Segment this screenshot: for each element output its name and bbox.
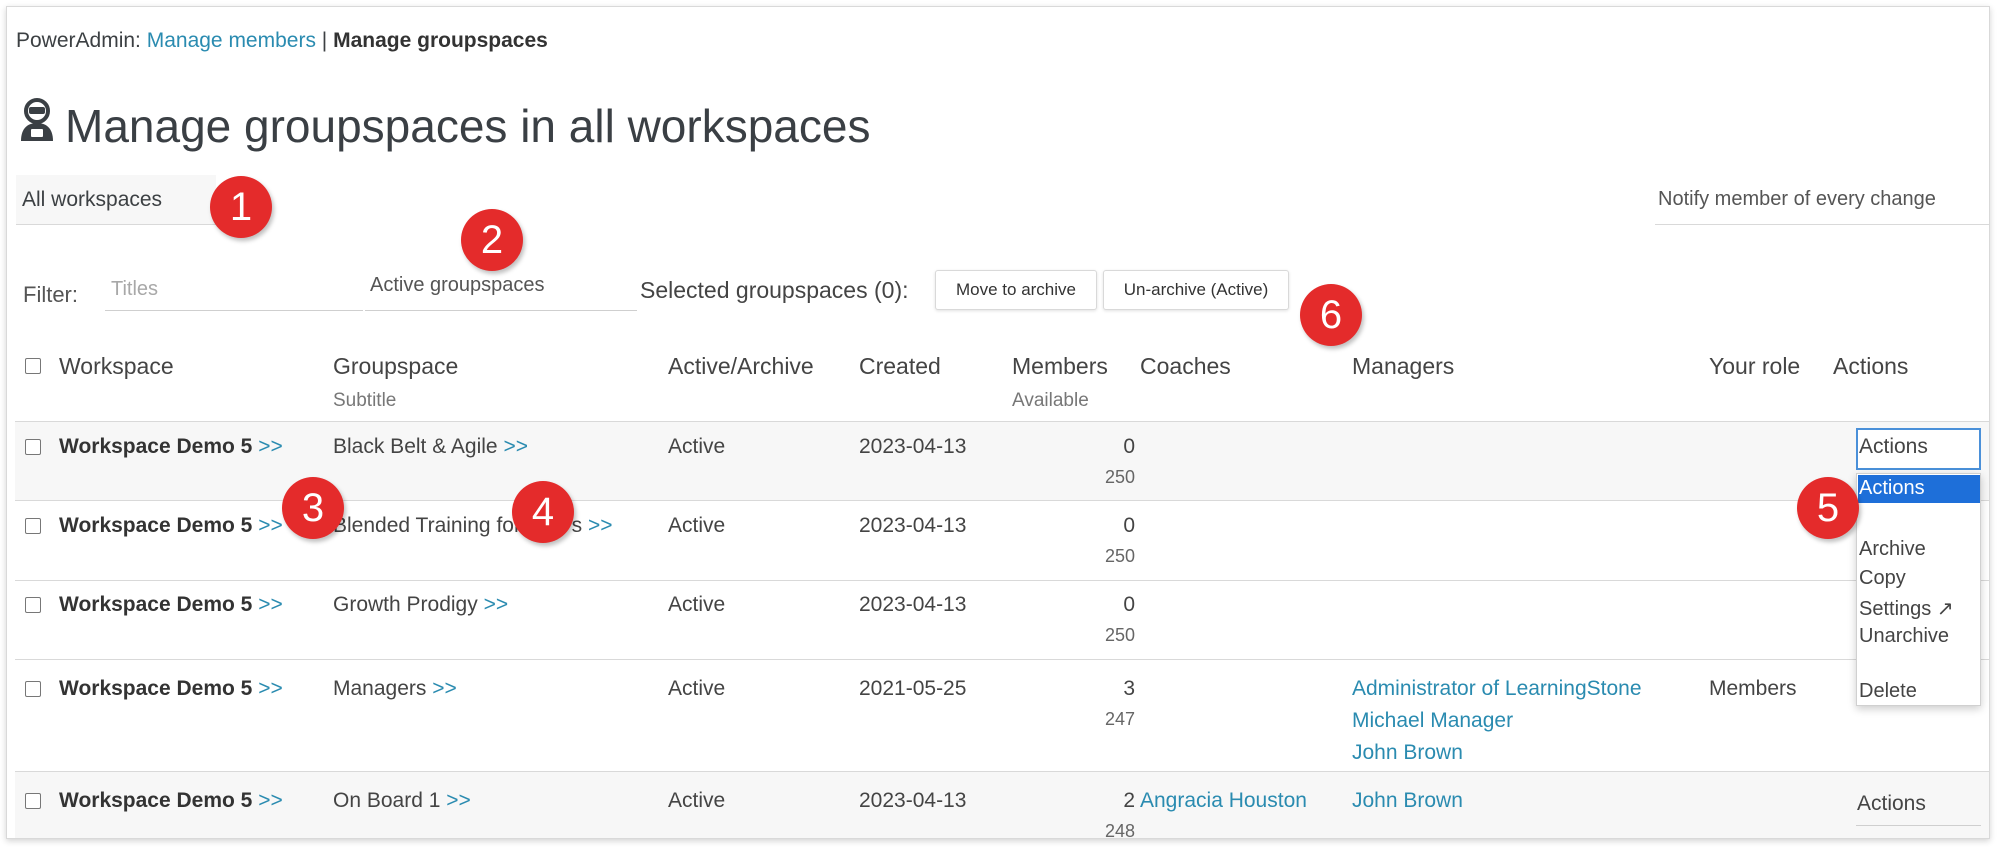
row-created: 2023-04-13	[859, 514, 967, 537]
actions-dropdown-menu: Actions Archive Copy Settings ↗ Unarchiv…	[1856, 473, 1981, 706]
row-available-count: 250	[1104, 546, 1135, 566]
row-workspace[interactable]: Workspace Demo 5 >>	[59, 789, 283, 813]
row-checkbox[interactable]	[25, 681, 41, 697]
titles-filter-input[interactable]	[105, 269, 363, 311]
breadcrumb-manage-members-link[interactable]: Manage members	[147, 29, 316, 52]
col-active-archive[interactable]: Active/Archive	[668, 353, 814, 380]
callout-badge-5: 5	[1797, 477, 1859, 539]
row-available-count: 250	[1104, 625, 1135, 645]
row-status: Active	[668, 789, 726, 812]
dropdown-item-unarchive[interactable]: Unarchive	[1858, 623, 1980, 651]
callout-badge-4: 4	[512, 481, 574, 543]
page-title-text: Manage groupspaces in all workspaces	[65, 99, 871, 152]
row-status: Active	[668, 677, 726, 700]
col-your-role: Your role	[1709, 353, 1801, 379]
row-available-count: 247	[1104, 709, 1135, 729]
col-groupspace-subtitle: Subtitle	[333, 390, 397, 411]
filter-label: Filter:	[23, 282, 78, 307]
callout-badge-6: 6	[1300, 284, 1362, 346]
move-to-archive-button[interactable]: Move to archive	[935, 270, 1097, 310]
unarchive-button[interactable]: Un-archive (Active)	[1103, 270, 1289, 310]
row-created: 2023-04-13	[859, 435, 967, 458]
callout-badge-2: 2	[461, 209, 523, 271]
breadcrumb: PowerAdmin: Manage members | Manage grou…	[16, 29, 548, 53]
manager-link[interactable]: John Brown	[1352, 789, 1463, 813]
dropdown-item-archive[interactable]: Archive	[1858, 536, 1980, 564]
robot-admin-icon	[17, 97, 57, 154]
row-workspace[interactable]: Workspace Demo 5 >>	[59, 435, 283, 459]
row-workspace[interactable]: Workspace Demo 5 >>	[59, 514, 283, 538]
row-checkbox[interactable]	[25, 793, 41, 809]
callout-badge-1: 1	[210, 176, 272, 238]
row-divider	[15, 659, 1989, 660]
row-members-count: 0	[1123, 593, 1135, 616]
col-workspace[interactable]: Workspace	[59, 353, 174, 380]
row-workspace[interactable]: Workspace Demo 5 >>	[59, 593, 283, 617]
select-all-checkbox[interactable]	[25, 358, 41, 374]
row-actions-select[interactable]: Actions	[1856, 788, 1981, 826]
col-actions: Actions	[1833, 353, 1909, 379]
manager-link[interactable]: John Brown	[1352, 741, 1463, 765]
row-members-count: 0	[1123, 514, 1135, 537]
row-groupspace[interactable]: On Board 1 >>	[333, 789, 471, 813]
breadcrumb-current: Manage groupspaces	[333, 29, 548, 52]
row-available-count: 250	[1104, 467, 1135, 487]
breadcrumb-prefix: PowerAdmin:	[16, 29, 147, 52]
col-created[interactable]: Created	[859, 353, 941, 380]
row-your-role: Members	[1709, 677, 1797, 700]
manager-link[interactable]: Administrator of LearningStone	[1352, 677, 1642, 701]
page-title: Manage groupspaces in all workspaces	[17, 97, 870, 154]
row-members-count: 3	[1123, 677, 1135, 700]
selected-count-label: Selected groupspaces (0):	[640, 277, 909, 303]
col-coaches: Coaches	[1140, 353, 1231, 379]
row-status: Active	[668, 435, 726, 458]
dropdown-item-delete[interactable]: Delete	[1858, 678, 1980, 706]
col-members-available: Available	[1012, 390, 1089, 411]
row-created: 2021-05-25	[859, 677, 967, 700]
status-filter-select[interactable]: Active groupspaces	[365, 269, 637, 311]
row-groupspace[interactable]: Growth Prodigy >>	[333, 593, 508, 617]
dropdown-item-copy[interactable]: Copy	[1858, 565, 1980, 593]
row-groupspace[interactable]: Managers >>	[333, 677, 457, 701]
row-actions-select[interactable]: Actions	[1856, 428, 1981, 470]
table-row	[15, 772, 1989, 838]
notify-select[interactable]: Notify member of every change	[1655, 175, 1989, 225]
manager-link[interactable]: Michael Manager	[1352, 709, 1513, 733]
breadcrumb-separator: |	[315, 29, 334, 52]
callout-badge-3: 3	[282, 477, 344, 539]
row-workspace[interactable]: Workspace Demo 5 >>	[59, 677, 283, 701]
row-groupspace[interactable]: Black Belt & Agile >>	[333, 435, 528, 459]
coach-link[interactable]: Angracia Houston	[1140, 789, 1307, 813]
row-created: 2023-04-13	[859, 789, 967, 812]
dropdown-item-actions[interactable]: Actions	[1858, 475, 1980, 503]
row-status: Active	[668, 514, 726, 537]
col-managers: Managers	[1352, 353, 1455, 379]
row-created: 2023-04-13	[859, 593, 967, 616]
dropdown-item-settings[interactable]: Settings ↗	[1858, 594, 1980, 622]
col-members[interactable]: Members	[1012, 353, 1108, 380]
row-members-count: 2	[1123, 789, 1135, 812]
row-checkbox[interactable]	[25, 439, 41, 455]
row-checkbox[interactable]	[25, 597, 41, 613]
row-checkbox[interactable]	[25, 518, 41, 534]
row-available-count: 248	[1104, 821, 1135, 839]
app-frame: PowerAdmin: Manage members | Manage grou…	[6, 6, 1990, 839]
row-status: Active	[668, 593, 726, 616]
row-divider	[15, 580, 1989, 581]
col-groupspace[interactable]: Groupspace	[333, 353, 458, 380]
row-members-count: 0	[1123, 435, 1135, 458]
workspace-select[interactable]: All workspaces	[16, 175, 216, 225]
